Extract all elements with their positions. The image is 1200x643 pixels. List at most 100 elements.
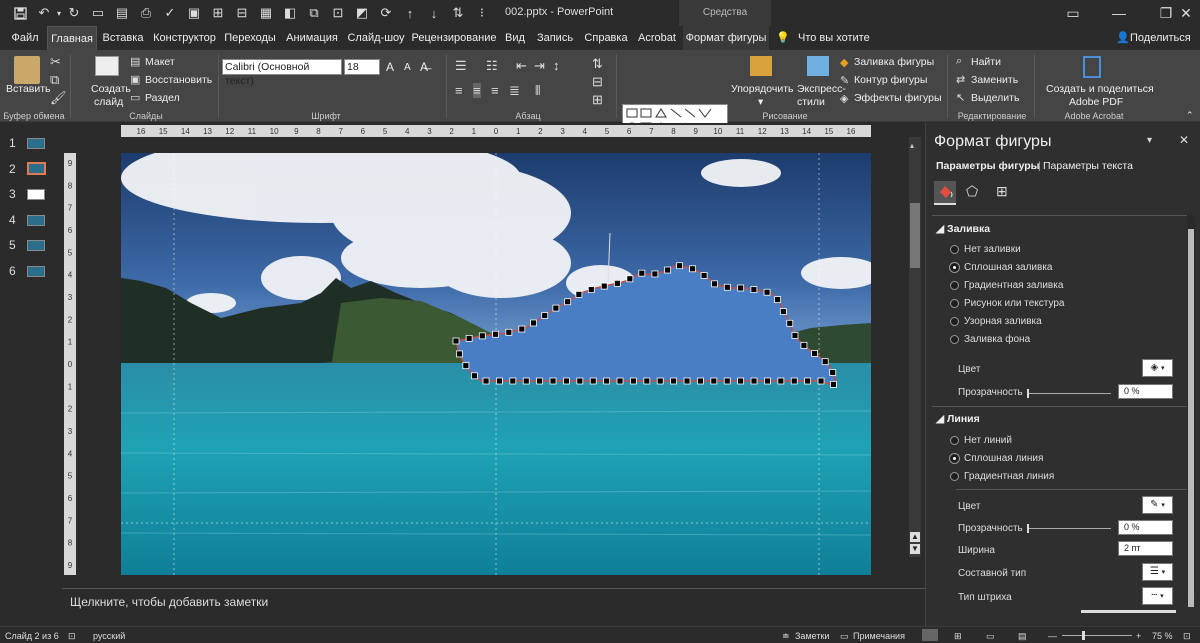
- scroll-up-icon[interactable]: ▴: [910, 141, 919, 150]
- tab-animation[interactable]: Анимация: [283, 26, 341, 50]
- pane-options-icon[interactable]: ▾: [1147, 135, 1152, 146]
- vertex-handle[interactable]: [496, 377, 503, 385]
- radio-icon[interactable]: [950, 335, 959, 344]
- vertex-handle[interactable]: [492, 330, 499, 338]
- prev-slide-icon[interactable]: ▲: [910, 532, 920, 542]
- vertex-handle[interactable]: [791, 332, 799, 339]
- vertex-handle[interactable]: [830, 380, 837, 388]
- vertical-ruler[interactable]: 9 8 7 6 5 4 3 2 1 0 1 2 3 4 5 6 7 8 9: [64, 153, 76, 575]
- comments-toggle[interactable]: Примечания: [853, 631, 905, 641]
- tab-file[interactable]: Файл: [8, 26, 42, 50]
- line-width-input[interactable]: 2 пт: [1118, 541, 1173, 556]
- fill-option-pattern[interactable]: Узорная заливка: [950, 316, 1042, 327]
- vertex-handle[interactable]: [817, 377, 825, 385]
- vertex-handle[interactable]: [522, 377, 530, 385]
- new-slide-button[interactable]: Создать: [91, 83, 131, 95]
- spell-check-icon[interactable]: ⊡: [68, 631, 76, 642]
- undo-icon[interactable]: ↶: [34, 4, 54, 22]
- zoom-in-icon[interactable]: +: [1136, 631, 1141, 641]
- screenshot-icon[interactable]: ⊞: [208, 4, 228, 22]
- vertex-handle[interactable]: [549, 377, 557, 385]
- shape-fill-button[interactable]: Заливка фигуры: [854, 56, 934, 68]
- notes-pane[interactable]: Щелкните, чтобы добавить заметки: [62, 588, 925, 626]
- send-backward-icon[interactable]: ↓: [424, 4, 444, 22]
- tab-help[interactable]: Справка: [582, 26, 630, 50]
- compound-type-picker[interactable]: ☰ ▾: [1142, 563, 1173, 581]
- vertex-handle[interactable]: [774, 296, 782, 304]
- tab-acrobat[interactable]: Acrobat: [635, 26, 679, 50]
- radio-icon[interactable]: [950, 281, 959, 290]
- section-button[interactable]: Раздел: [145, 92, 180, 104]
- vertex-handle[interactable]: [530, 319, 537, 327]
- vertex-handle[interactable]: [711, 280, 718, 288]
- slide-thumbnail[interactable]: [27, 215, 45, 226]
- decrease-indent-icon[interactable]: ⇤: [516, 58, 527, 74]
- vertex-handle[interactable]: [700, 272, 708, 279]
- horizontal-ruler[interactable]: 16 15 14 13 12 11 10 9 8 7 6 5 4 3 2 1 0 1 2 3 4 5 6 7 8 9 10 11 12 1…: [121, 125, 871, 137]
- zoom-level[interactable]: 75 %: [1152, 631, 1173, 641]
- vertex-handle[interactable]: [737, 377, 745, 385]
- fill-option-gradient[interactable]: Градиентная заливка: [950, 280, 1063, 291]
- tab-shape-format[interactable]: Формат фигуры: [683, 26, 769, 50]
- vertex-handle[interactable]: [552, 304, 560, 312]
- vertex-handle[interactable]: [643, 377, 651, 385]
- numbering-icon[interactable]: ☷: [486, 58, 498, 74]
- line-option-solid[interactable]: Сплошная линия: [950, 453, 1043, 464]
- radio-icon[interactable]: [950, 299, 959, 308]
- replace-button[interactable]: Заменить: [971, 74, 1018, 86]
- effects-icon[interactable]: ⬠: [966, 183, 978, 200]
- vertex-handle[interactable]: [804, 377, 812, 385]
- align-left-icon[interactable]: ≡: [455, 83, 463, 98]
- dropdown-icon[interactable]: ▾: [1161, 365, 1165, 372]
- more-icon[interactable]: ⁝: [472, 4, 492, 22]
- vertex-handle[interactable]: [664, 266, 672, 274]
- slide-thumbnail-selected[interactable]: [27, 162, 46, 175]
- vertex-handle[interactable]: [697, 377, 704, 385]
- vertex-handle[interactable]: [452, 337, 460, 345]
- vertex-handle[interactable]: [576, 377, 584, 385]
- slide-counter[interactable]: Слайд 2 из 6: [5, 631, 59, 641]
- vertex-handle[interactable]: [790, 377, 798, 385]
- vertex-handle[interactable]: [478, 332, 486, 340]
- format-painter-icon[interactable]: 🖌: [50, 90, 67, 106]
- size-properties-icon[interactable]: ⊞: [996, 183, 1008, 200]
- bring-forward-icon[interactable]: ↑: [400, 4, 420, 22]
- vertex-handle[interactable]: [670, 377, 678, 385]
- vertex-handle[interactable]: [737, 284, 745, 292]
- language-indicator[interactable]: русский: [93, 631, 125, 641]
- slide-thumbnail[interactable]: [27, 266, 45, 277]
- columns-icon[interactable]: ⫴: [535, 83, 540, 99]
- fit-slide-icon[interactable]: ⊡: [1183, 631, 1191, 642]
- vertex-handle[interactable]: [829, 369, 837, 376]
- new-slide-icon[interactable]: [95, 56, 119, 76]
- vertex-handle[interactable]: [509, 377, 517, 385]
- align-icon[interactable]: ⊡: [328, 4, 348, 22]
- arrange-dropdown-icon[interactable]: ▾: [758, 96, 763, 108]
- reset-button[interactable]: Восстановить: [145, 74, 212, 86]
- tab-review[interactable]: Рецензирование: [411, 26, 497, 50]
- vertex-handle[interactable]: [723, 283, 731, 291]
- scrollbar-thumb[interactable]: [910, 203, 920, 268]
- line-section-header[interactable]: ◢ Линия: [936, 413, 980, 425]
- copy-icon[interactable]: ⧉: [50, 72, 59, 88]
- tab-slideshow[interactable]: Слайд-шоу: [346, 26, 406, 50]
- close-icon[interactable]: ✕: [1172, 0, 1200, 26]
- vertex-handle[interactable]: [536, 377, 544, 385]
- slide-sorter-icon[interactable]: ⊞: [954, 631, 962, 642]
- shape-outline-button[interactable]: Контур фигуры: [854, 74, 927, 86]
- vertex-handle[interactable]: [563, 377, 570, 385]
- tab-home[interactable]: Главная: [47, 26, 97, 50]
- slide-thumbnail[interactable]: [27, 189, 45, 200]
- vertex-handle[interactable]: [723, 377, 731, 385]
- align-center-icon[interactable]: ≡: [473, 83, 481, 98]
- slideshow-icon[interactable]: ▣: [184, 4, 204, 22]
- vertex-handle[interactable]: [587, 286, 595, 293]
- paste-button[interactable]: Вставить: [6, 83, 51, 95]
- notes-icon[interactable]: ≐: [782, 631, 790, 642]
- vertex-handle[interactable]: [779, 308, 787, 315]
- text-direction-icon[interactable]: ⇅: [592, 56, 603, 72]
- slideshow-view-icon[interactable]: ▤: [1018, 631, 1027, 642]
- table-icon[interactable]: ⊟: [232, 4, 252, 22]
- layout-button[interactable]: Макет: [145, 56, 175, 68]
- increase-indent-icon[interactable]: ⇥: [534, 58, 545, 74]
